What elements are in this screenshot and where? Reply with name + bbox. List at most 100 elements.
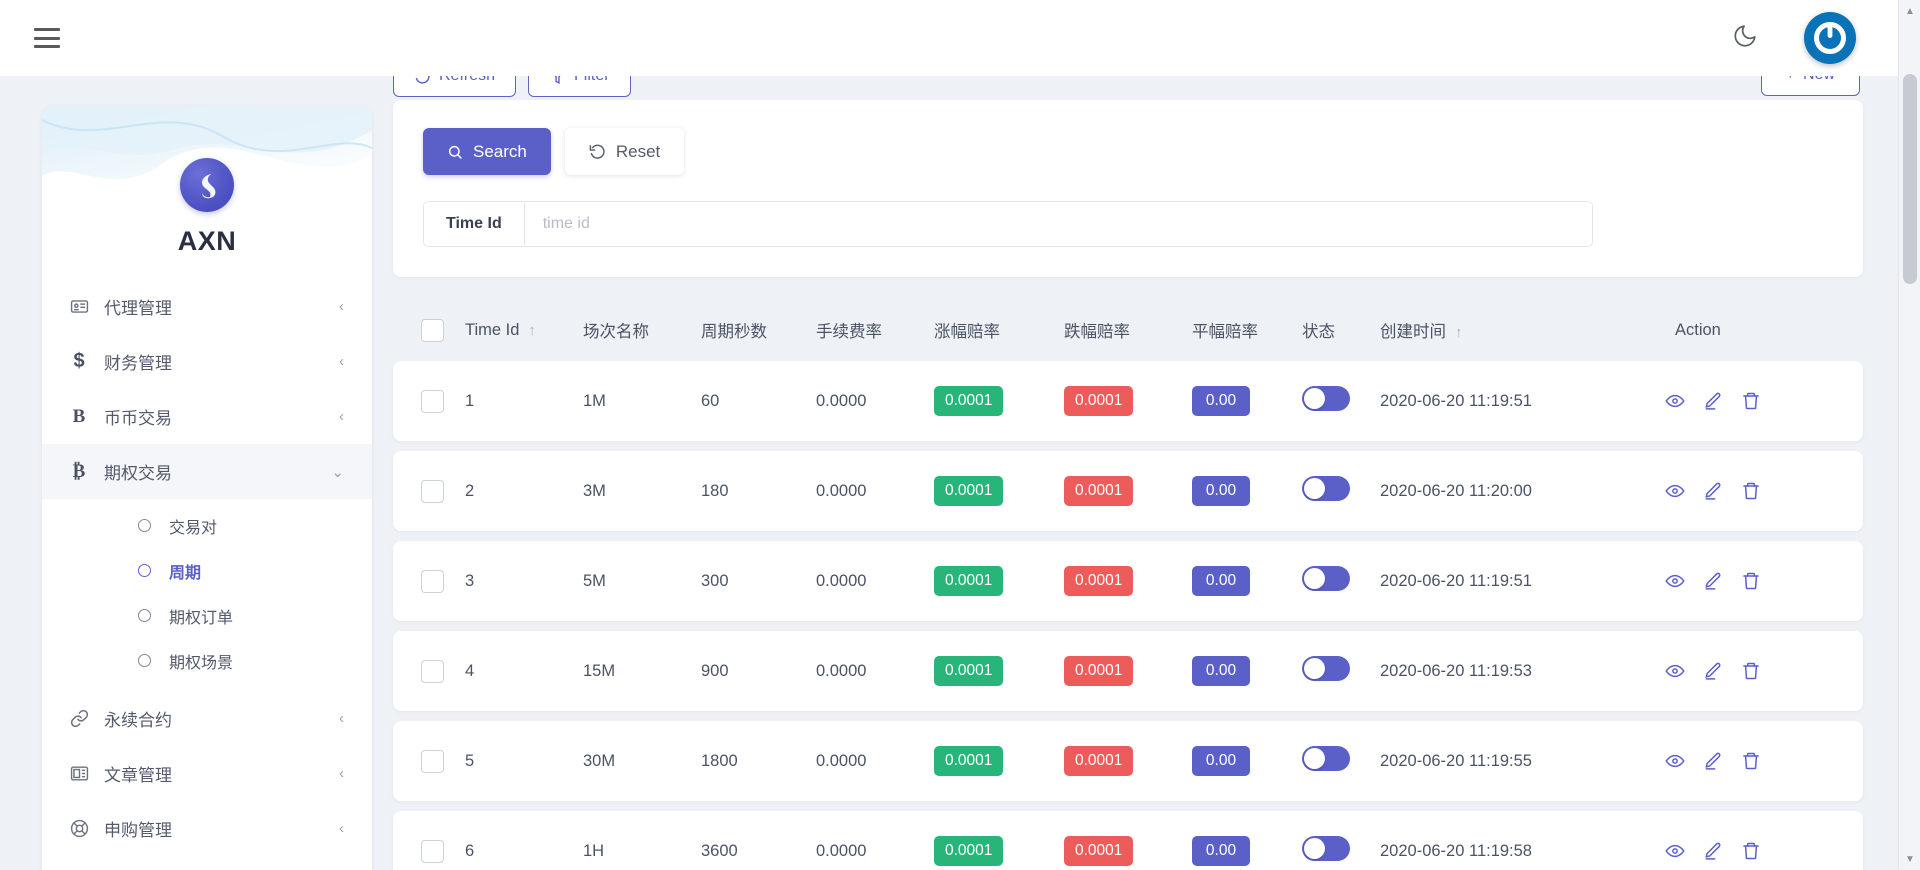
- row-select-cell: [393, 749, 465, 773]
- cell-session-name: 1H: [583, 841, 605, 860]
- trash-icon[interactable]: [1741, 481, 1761, 501]
- table-row[interactable]: 5 30M 1800 0.0000 0.0001 0.0001 0.00 2020-06-20…: [393, 721, 1863, 801]
- column-header-created-at[interactable]: 创建时间 ↑: [1380, 318, 1665, 342]
- cell-time-id: 4: [465, 661, 475, 680]
- eye-icon[interactable]: [1665, 841, 1685, 861]
- sidebar-submenu-option-trading: 交易对 周期 期权订单 期权场景: [42, 499, 372, 691]
- column-header-session-name[interactable]: 场次名称: [583, 318, 701, 342]
- table-row[interactable]: 1 1M 60 0.0000 0.0001 0.0001 0.00 2020-06-20 11…: [393, 361, 1863, 441]
- sidebar-item-option-trading[interactable]: ₿ 期权交易 ⌄: [42, 444, 372, 499]
- up-odds-badge: 0.0001: [934, 476, 1004, 506]
- sidebar-item-finance-management[interactable]: $ 财务管理 ‹: [42, 334, 372, 389]
- cell-actions: [1665, 661, 1825, 681]
- page-scrollbar[interactable]: ▲ ▼: [1898, 0, 1920, 870]
- cell-fee-rate: 0.0000: [816, 391, 867, 410]
- pencil-icon[interactable]: [1703, 661, 1723, 681]
- row-select-cell: [393, 659, 465, 683]
- sidebar-item-coin-trading[interactable]: B 币币交易 ‹: [42, 389, 372, 444]
- status-toggle[interactable]: [1302, 836, 1350, 861]
- table-row[interactable]: 4 15M 900 0.0000 0.0001 0.0001 0.00 2020-06-20 …: [393, 631, 1863, 711]
- status-toggle[interactable]: [1302, 566, 1350, 591]
- eye-icon[interactable]: [1665, 571, 1685, 591]
- circle-icon: [138, 564, 151, 577]
- status-toggle[interactable]: [1302, 656, 1350, 681]
- pencil-icon[interactable]: [1703, 481, 1723, 501]
- column-header-period-seconds[interactable]: 周期秒数: [701, 318, 816, 342]
- hamburger-line: [34, 28, 60, 31]
- down-odds-badge: 0.0001: [1064, 746, 1134, 776]
- row-checkbox[interactable]: [421, 839, 444, 863]
- toggle-knob: [1304, 388, 1325, 409]
- cell-period-seconds: 3600: [701, 841, 738, 860]
- row-checkbox[interactable]: [421, 479, 444, 503]
- sidebar-subitem-period[interactable]: 周期: [42, 548, 372, 593]
- trash-icon[interactable]: [1741, 661, 1761, 681]
- trash-icon[interactable]: [1741, 841, 1761, 861]
- cell-status: [1302, 566, 1380, 596]
- periods-table: Time Id ↑ 场次名称 周期秒数 手续费率 涨幅赔率 跌幅赔率 平幅赔率 状…: [393, 299, 1863, 870]
- sidebar-item-subscription-management[interactable]: 申购管理 ‹: [42, 801, 372, 856]
- table-row[interactable]: 6 1H 3600 0.0000 0.0001 0.0001 0.00 2020-06-20 …: [393, 811, 1863, 870]
- sidebar-item-perpetual-contract[interactable]: 永续合约 ‹: [42, 691, 372, 746]
- cell-status: [1302, 746, 1380, 776]
- scrollbar-thumb[interactable]: [1903, 74, 1917, 284]
- cell-session-name: 30M: [583, 751, 616, 770]
- pencil-icon[interactable]: [1703, 391, 1723, 411]
- column-header-up-odds[interactable]: 涨幅赔率: [934, 318, 1064, 342]
- link-icon: [68, 709, 90, 728]
- sidebar-item-label: 文章管理: [104, 766, 172, 785]
- row-checkbox[interactable]: [421, 569, 444, 593]
- sidebar-subitem-option-order[interactable]: 期权订单: [42, 593, 372, 638]
- pencil-icon[interactable]: [1703, 841, 1723, 861]
- column-header-status[interactable]: 状态: [1302, 318, 1380, 342]
- status-toggle[interactable]: [1302, 386, 1350, 411]
- eye-icon[interactable]: [1665, 391, 1685, 411]
- chevron-left-icon: ‹: [339, 765, 344, 782]
- user-avatar[interactable]: [1804, 12, 1856, 64]
- pencil-icon[interactable]: [1703, 751, 1723, 771]
- cell-actions: [1665, 391, 1825, 411]
- sidebar-subitem-option-scene[interactable]: 期权场景: [42, 638, 372, 683]
- row-checkbox[interactable]: [421, 659, 444, 683]
- sidebar-item-agent-management[interactable]: 代理管理 ‹: [42, 279, 372, 334]
- circle-icon: [138, 519, 151, 532]
- row-select-cell: [393, 479, 465, 503]
- cell-period-seconds: 60: [701, 391, 720, 410]
- status-toggle[interactable]: [1302, 476, 1350, 501]
- sidebar-item-homepage-management[interactable]: 首页管理 ‹: [42, 856, 372, 870]
- pencil-icon[interactable]: [1703, 571, 1723, 591]
- trash-icon[interactable]: [1741, 391, 1761, 411]
- column-header-fee-rate[interactable]: 手续费率: [816, 318, 934, 342]
- eye-icon[interactable]: [1665, 481, 1685, 501]
- trash-icon[interactable]: [1741, 751, 1761, 771]
- circle-icon: [138, 654, 151, 667]
- column-header-time-id[interactable]: Time Id ↑: [465, 321, 583, 340]
- sidebar-subitem-trading-pair[interactable]: 交易对: [42, 503, 372, 548]
- status-toggle[interactable]: [1302, 746, 1350, 771]
- cell-actions: [1665, 481, 1825, 501]
- scroll-down-arrow-icon[interactable]: ▼: [1899, 848, 1920, 870]
- table-row[interactable]: 3 5M 300 0.0000 0.0001 0.0001 0.00 2020-06-20 1…: [393, 541, 1863, 621]
- select-all-checkbox[interactable]: [421, 318, 444, 342]
- scroll-up-arrow-icon[interactable]: ▲: [1899, 0, 1920, 22]
- eye-icon[interactable]: [1665, 661, 1685, 681]
- cell-created-at: 2020-06-20 11:19:58: [1380, 841, 1532, 860]
- column-header-down-odds[interactable]: 跌幅赔率: [1064, 318, 1192, 342]
- eye-icon[interactable]: [1665, 751, 1685, 771]
- trash-icon[interactable]: [1741, 571, 1761, 591]
- row-checkbox[interactable]: [421, 389, 444, 413]
- hamburger-menu-icon[interactable]: [34, 28, 60, 48]
- dollar-icon: $: [73, 350, 85, 372]
- down-odds-badge: 0.0001: [1064, 386, 1134, 416]
- toggle-knob: [1304, 478, 1325, 499]
- cell-period-seconds: 180: [701, 481, 729, 500]
- sidebar-item-article-management[interactable]: 文章管理 ‹: [42, 746, 372, 801]
- table-row[interactable]: 2 3M 180 0.0000 0.0001 0.0001 0.00 2020-06-20 1…: [393, 451, 1863, 531]
- sidebar: AXN 代理管理 ‹ $ 财务管理 ‹ B 币币交易 ‹ ₿ 期权交易 ⌄ 交易…: [42, 106, 372, 870]
- row-checkbox[interactable]: [421, 749, 444, 773]
- column-header-flat-odds[interactable]: 平幅赔率: [1192, 318, 1302, 342]
- reset-button[interactable]: Reset: [564, 128, 685, 175]
- moon-icon[interactable]: [1732, 23, 1758, 54]
- time-id-input[interactable]: [524, 202, 1592, 246]
- search-button[interactable]: Search: [423, 128, 551, 175]
